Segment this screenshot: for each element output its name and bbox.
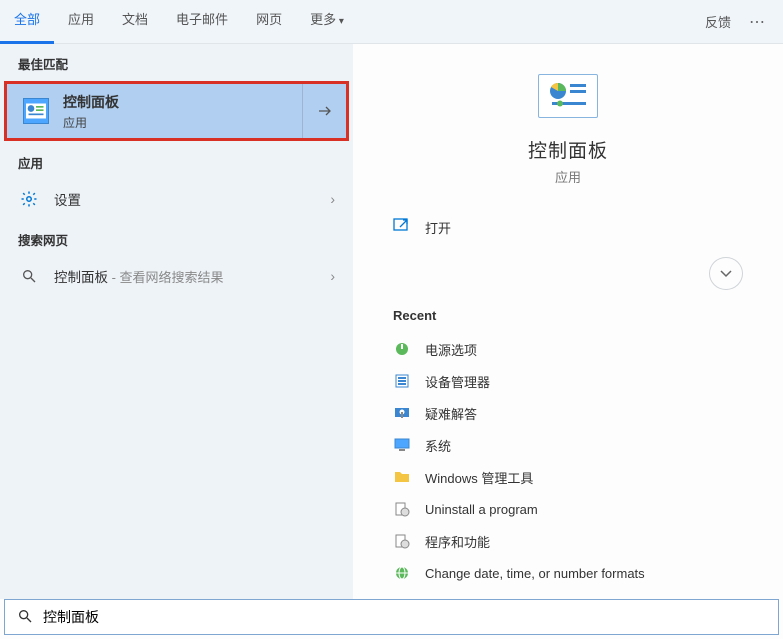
best-match-expand-icon[interactable]	[302, 84, 346, 138]
recent-item-label: 程序和功能	[425, 532, 490, 551]
recent-item[interactable]: Change date, time, or number formats	[393, 557, 743, 589]
open-row: 打开	[373, 212, 763, 243]
detail-panel: 控制面板 应用 打开 Recent 电源选项设备管理器疑难解答系统 Windows…	[353, 44, 783, 599]
section-search-web: 搜索网页	[0, 220, 353, 255]
detail-subtitle: 应用	[555, 167, 581, 186]
result-settings-label: 设置	[54, 189, 330, 209]
tab-docs[interactable]: 文档	[108, 0, 162, 44]
main-area: 最佳匹配 控制面板 应用 应用 设置 › 搜索网页	[0, 44, 783, 599]
recent-item[interactable]: 电源选项	[393, 333, 743, 365]
recent-header: Recent	[393, 308, 743, 323]
section-apps: 应用	[0, 143, 353, 178]
search-bar[interactable]	[4, 599, 779, 635]
best-match-subtitle: 应用	[63, 114, 302, 131]
detail-title: 控制面板	[528, 136, 608, 163]
tab-web[interactable]: 网页	[242, 0, 296, 44]
recent-item-label: 系统	[425, 436, 451, 455]
open-icon	[393, 218, 411, 237]
recent-item[interactable]: 设备管理器	[393, 365, 743, 397]
result-web-search[interactable]: 控制面板 - 查看网络搜索结果 ›	[0, 255, 353, 297]
result-web-label: 控制面板 - 查看网络搜索结果	[54, 266, 330, 286]
search-icon	[18, 268, 40, 284]
recent-item-label: Uninstall a program	[425, 502, 538, 517]
programs-icon	[393, 532, 411, 550]
recent-item[interactable]: Windows 管理工具	[393, 461, 743, 493]
open-label: 打开	[425, 218, 451, 237]
expand-circle-icon[interactable]	[709, 257, 743, 290]
chevron-right-icon: ›	[330, 191, 335, 207]
power-icon	[393, 340, 411, 358]
best-match-title: 控制面板	[63, 92, 302, 112]
tab-email[interactable]: 电子邮件	[162, 0, 242, 44]
system-icon	[393, 436, 411, 454]
section-best-match: 最佳匹配	[0, 44, 353, 79]
tab-apps[interactable]: 应用	[54, 0, 108, 44]
detail-icon	[538, 74, 598, 118]
best-match-control-panel[interactable]: 控制面板 应用	[4, 81, 349, 141]
device-icon	[393, 372, 411, 390]
best-match-text: 控制面板 应用	[63, 92, 302, 131]
recent-item-label: Change date, time, or number formats	[425, 566, 645, 581]
troubleshoot-icon	[393, 404, 411, 422]
chevron-right-icon: ›	[330, 268, 335, 284]
recent-item[interactable]: 程序和功能	[393, 525, 743, 557]
search-icon	[17, 608, 33, 627]
control-panel-icon	[23, 98, 49, 124]
folder-icon	[393, 468, 411, 486]
recent-block: Recent 电源选项设备管理器疑难解答系统 Windows 管理工具 Uninst…	[373, 308, 763, 589]
recent-item-label: 电源选项	[425, 340, 477, 359]
recent-item[interactable]: 疑难解答	[393, 397, 743, 429]
search-input[interactable]	[43, 609, 778, 625]
tab-all[interactable]: 全部	[0, 0, 54, 44]
globe-icon	[393, 564, 411, 582]
recent-item[interactable]: Uninstall a program	[393, 493, 743, 525]
recent-item-label: 设备管理器	[425, 372, 490, 391]
more-menu-icon[interactable]: ⋯	[749, 12, 765, 32]
programs-icon	[393, 500, 411, 518]
feedback-link[interactable]: 反馈	[705, 12, 731, 31]
results-panel: 最佳匹配 控制面板 应用 应用 设置 › 搜索网页	[0, 44, 353, 599]
filter-tabs: 全部 应用 文档 电子邮件 网页 更多	[0, 0, 358, 44]
open-action[interactable]: 打开	[393, 218, 451, 237]
result-settings[interactable]: 设置 ›	[0, 178, 353, 220]
recent-item-label: 疑难解答	[425, 404, 477, 423]
top-bar: 全部 应用 文档 电子邮件 网页 更多 反馈 ⋯	[0, 0, 783, 44]
recent-item-label: Windows 管理工具	[425, 468, 533, 487]
topbar-right: 反馈 ⋯	[705, 12, 783, 32]
tab-more[interactable]: 更多	[296, 0, 358, 44]
recent-item[interactable]: 系统	[393, 429, 743, 461]
gear-icon	[18, 190, 40, 208]
